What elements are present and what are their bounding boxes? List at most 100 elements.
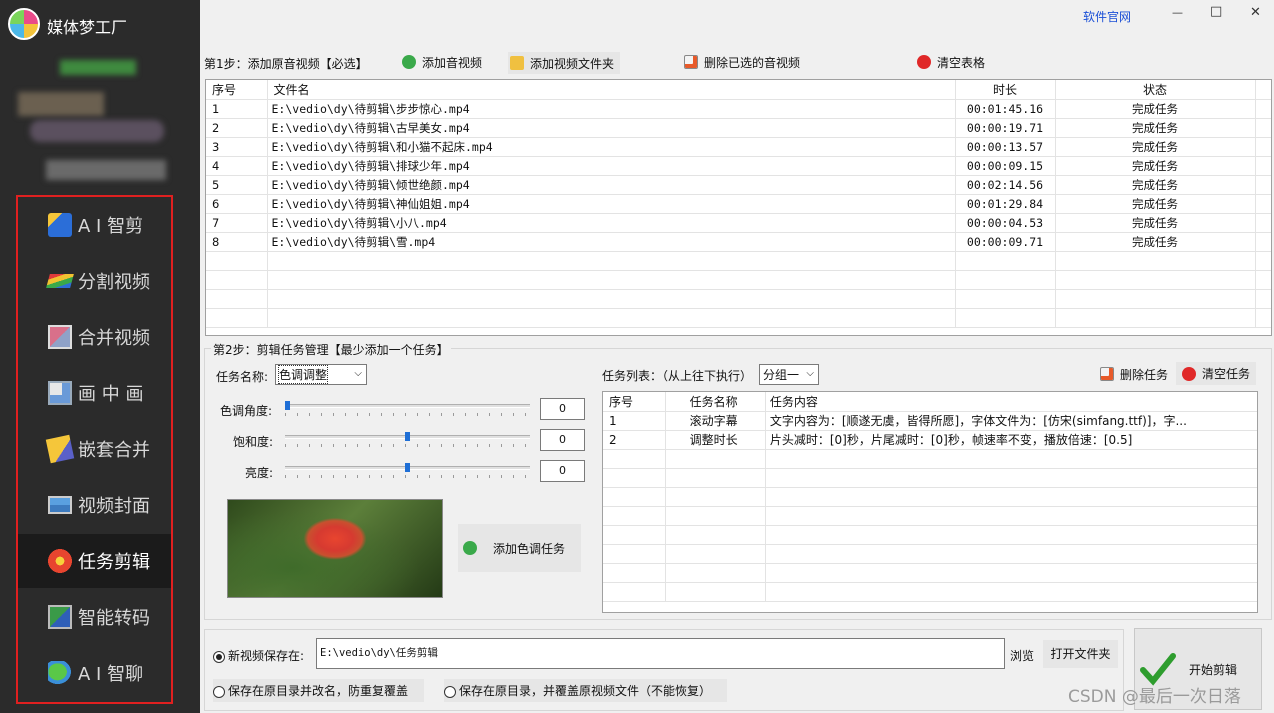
add-folder-button[interactable]: 添加视频文件夹 bbox=[508, 52, 621, 74]
empty-row bbox=[603, 506, 1257, 526]
table-row[interactable]: 1 滚动字幕 文字内容为：[顺遂无虞，皆得所愿]，字体文件为：[仿宋(simfang… bbox=[603, 411, 1257, 431]
table-row[interactable]: 8 E:\vedio\dy\待剪辑\雪.mp4 00:00:09.71 完成任务 bbox=[206, 232, 1271, 252]
clear-icon bbox=[917, 55, 931, 69]
slider-label-brightness: 亮度: bbox=[245, 466, 274, 480]
slider-thumb[interactable] bbox=[405, 463, 410, 472]
duration: 00:00:19.71 bbox=[955, 118, 1056, 138]
table-row[interactable]: 2 调整时长 片头减时：[0]秒，片尾减时：[0]秒，帧速率不变，播放倍速：[0.5… bbox=[603, 430, 1257, 450]
sidebar-item-nested-merge[interactable]: 嵌套合并 bbox=[18, 422, 171, 476]
saturation-input[interactable]: 0 bbox=[540, 429, 585, 451]
clear-table-button[interactable]: 清空表格 bbox=[917, 52, 985, 72]
sidebar-item-task-edit[interactable]: 任务剪辑 bbox=[18, 534, 171, 588]
table-row[interactable]: 4 E:\vedio\dy\待剪辑\排球少年.mp4 00:00:09.15 完成任务 bbox=[206, 156, 1271, 176]
hue-angle-slider[interactable] bbox=[285, 401, 530, 416]
nested-merge-icon bbox=[45, 434, 75, 464]
column-header[interactable]: 任务名称 bbox=[665, 392, 766, 412]
column-header[interactable]: 序号 bbox=[206, 80, 268, 100]
duration: 00:02:14.56 bbox=[955, 175, 1056, 195]
column-header[interactable]: 时长 bbox=[955, 80, 1056, 100]
radio-selected-icon bbox=[213, 650, 225, 663]
file-name: E:\vedio\dy\待剪辑\雪.mp4 bbox=[267, 232, 956, 252]
add-color-task-button[interactable]: 添加色调任务 bbox=[458, 524, 581, 572]
sidebar-item-label: 任务剪辑 bbox=[78, 552, 150, 573]
official-site-link[interactable]: 软件官网 bbox=[1083, 8, 1131, 25]
clear-tasks-label: 清空任务 bbox=[1202, 367, 1251, 381]
table-row[interactable]: 1 E:\vedio\dy\待剪辑\步步惊心.mp4 00:01:45.16 完成任务 bbox=[206, 99, 1271, 119]
sidebar-item-ai-chat[interactable]: A I 智聊 bbox=[18, 646, 171, 700]
app-title: 媒体梦工厂 bbox=[47, 18, 128, 37]
delete-task-button[interactable]: 删除任务 bbox=[1100, 364, 1168, 384]
sidebar-item-label: 画 中 画 bbox=[78, 384, 144, 405]
row-number: 2 bbox=[206, 118, 268, 138]
table-row[interactable]: 2 E:\vedio\dy\待剪辑\古早美女.mp4 00:00:19.71 完成任务 bbox=[206, 118, 1271, 138]
table-row[interactable]: 5 E:\vedio\dy\待剪辑\倾世绝颜.mp4 00:02:14.56 完成任务 bbox=[206, 175, 1271, 195]
table-row[interactable]: 3 E:\vedio\dy\待剪辑\和小猫不起床.mp4 00:00:13.57 完成… bbox=[206, 137, 1271, 157]
file-name: E:\vedio\dy\待剪辑\神仙姐姐.mp4 bbox=[267, 194, 956, 214]
split-video-icon bbox=[46, 274, 74, 288]
video-file-table[interactable]: 序号 文件名 时长 状态 1 E:\vedio\dy\待剪辑\步步惊心.mp4 00… bbox=[205, 79, 1272, 336]
file-name: E:\vedio\dy\待剪辑\小八.mp4 bbox=[267, 213, 956, 233]
sidebar-item-transcode[interactable]: 智能转码 bbox=[18, 590, 171, 644]
task-content: 片头减时：[0]秒，片尾减时：[0]秒，帧速率不变，播放倍速：[0.5] bbox=[765, 430, 1257, 450]
add-video-button[interactable]: 添加音视频 bbox=[402, 52, 482, 72]
row-number: 1 bbox=[206, 99, 268, 119]
status: 完成任务 bbox=[1055, 99, 1256, 119]
delete-selected-label: 删除已选的音视频 bbox=[704, 55, 801, 70]
duration: 00:00:09.15 bbox=[955, 156, 1056, 176]
empty-row bbox=[603, 449, 1257, 469]
sidebar-item-ai-cut[interactable]: A I 智剪 bbox=[18, 198, 171, 252]
brightness-slider[interactable] bbox=[285, 463, 530, 478]
sidebar-item-pip[interactable]: 画 中 画 bbox=[18, 366, 171, 420]
status: 完成任务 bbox=[1055, 137, 1256, 157]
sidebar-item-label: 视频封面 bbox=[78, 496, 150, 517]
watermark: CSDN @最后一次日落 bbox=[1068, 687, 1241, 707]
slider-thumb[interactable] bbox=[405, 432, 410, 441]
minimize-button[interactable]: — bbox=[1172, 6, 1192, 19]
empty-row bbox=[206, 289, 1271, 309]
task-name: 调整时长 bbox=[665, 430, 766, 450]
task-list-label: 任务列表：（从上往下执行） bbox=[602, 369, 753, 383]
save-new-label: 新视频保存在: bbox=[228, 649, 305, 663]
clear-table-label: 清空表格 bbox=[937, 55, 986, 70]
row-number: 6 bbox=[206, 194, 268, 214]
row-number: 5 bbox=[206, 175, 268, 195]
task-name-select[interactable]: 色调调整 ⌵ bbox=[275, 364, 367, 385]
browse-button[interactable]: 浏览 bbox=[1010, 647, 1034, 664]
open-folder-button[interactable]: 打开文件夹 bbox=[1043, 640, 1118, 668]
radio-icon bbox=[213, 685, 225, 698]
delete-selected-button[interactable]: 删除已选的音视频 bbox=[684, 52, 800, 72]
file-name: E:\vedio\dy\待剪辑\和小猫不起床.mp4 bbox=[267, 137, 956, 157]
rename-radio[interactable]: 保存在原目录并改名，防重复覆盖 bbox=[213, 679, 425, 702]
saturation-slider[interactable] bbox=[285, 432, 530, 447]
empty-row bbox=[603, 525, 1257, 545]
delete-task-label: 删除任务 bbox=[1120, 367, 1169, 382]
save-path-input[interactable]: E:\vedio\dy\任务剪辑 bbox=[316, 638, 1005, 669]
folder-icon bbox=[510, 56, 524, 70]
sidebar-item-split-video[interactable]: 分割视频 bbox=[18, 254, 171, 308]
sidebar: 媒体梦工厂 A I 智剪 分割视频 合并视频 画 中 画 嵌套合并 视频封面 任… bbox=[0, 0, 200, 713]
group-select[interactable]: 分组一 ⌵ bbox=[759, 364, 819, 385]
column-header[interactable]: 状态 bbox=[1055, 80, 1256, 100]
slider-thumb[interactable] bbox=[285, 401, 290, 410]
table-row[interactable]: 7 E:\vedio\dy\待剪辑\小八.mp4 00:00:04.53 完成任务 bbox=[206, 213, 1271, 233]
preview-image bbox=[227, 499, 443, 598]
column-header[interactable]: 文件名 bbox=[267, 80, 956, 100]
column-header[interactable]: 序号 bbox=[603, 392, 666, 412]
column-header[interactable]: 任务内容 bbox=[765, 392, 1257, 412]
sidebar-item-merge-video[interactable]: 合并视频 bbox=[18, 310, 171, 364]
overwrite-radio[interactable]: 保存在原目录，并覆盖原视频文件（不能恢复） bbox=[444, 679, 728, 702]
task-list-table[interactable]: 序号 任务名称 任务内容 1 滚动字幕 文字内容为：[顺遂无虞，皆得所愿]，字体文件… bbox=[602, 391, 1258, 613]
transcode-icon bbox=[48, 605, 72, 629]
step1-label: 第1步：添加原音视频【必选】 bbox=[204, 57, 368, 71]
step2-label: 第2步：剪辑任务管理【最少添加一个任务】 bbox=[211, 341, 451, 358]
table-row[interactable]: 6 E:\vedio\dy\待剪辑\神仙姐姐.mp4 00:01:29.84 完成任务 bbox=[206, 194, 1271, 214]
hue-angle-input[interactable]: 0 bbox=[540, 398, 585, 420]
sidebar-item-video-cover[interactable]: 视频封面 bbox=[18, 478, 171, 532]
row-number: 3 bbox=[206, 137, 268, 157]
save-new-radio[interactable]: 新视频保存在: bbox=[213, 647, 304, 664]
status: 完成任务 bbox=[1055, 232, 1256, 252]
close-button[interactable]: ✕ bbox=[1250, 5, 1270, 20]
maximize-button[interactable]: □ bbox=[1210, 4, 1230, 19]
clear-tasks-button[interactable]: 清空任务 bbox=[1176, 362, 1257, 385]
brightness-input[interactable]: 0 bbox=[540, 460, 585, 482]
